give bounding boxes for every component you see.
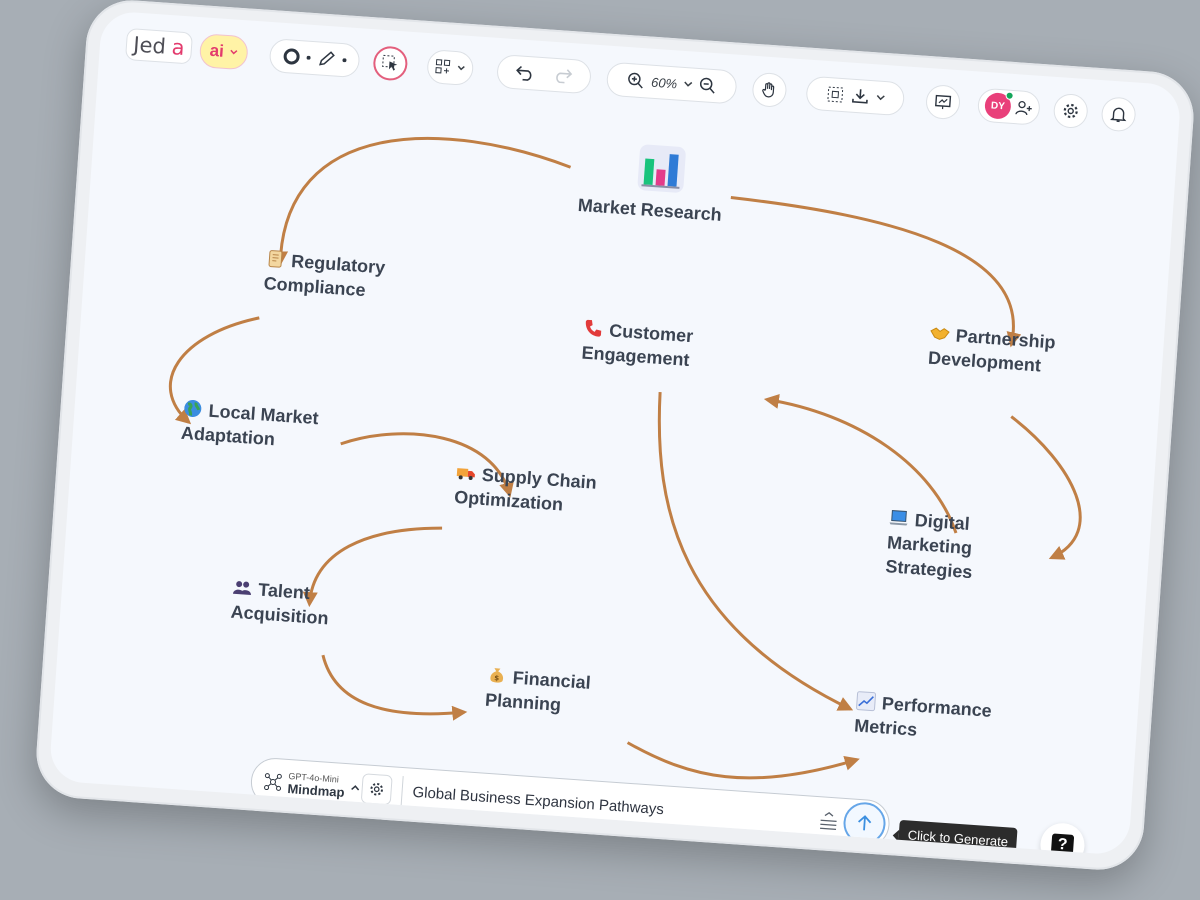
globe-icon xyxy=(182,398,203,419)
node-label-line1: Talent xyxy=(257,579,311,604)
arrow-up-icon xyxy=(856,814,873,833)
edge-partner-digital xyxy=(1010,415,1082,560)
scroll-icon xyxy=(265,248,286,269)
menu-lines-icon xyxy=(818,810,839,831)
divider xyxy=(400,776,404,807)
node-label-line1: Financial xyxy=(512,667,592,693)
node-customer-engagement[interactable]: Customer Engagement xyxy=(581,317,694,373)
gear-icon xyxy=(368,781,385,798)
node-partnership-development[interactable]: Partnership Development xyxy=(927,322,1056,379)
edge-root-partner xyxy=(730,196,1022,348)
node-label-line1: Customer xyxy=(608,320,694,347)
node-performance-metrics[interactable]: Performance Metrics xyxy=(853,689,992,746)
edge-finance-metrics xyxy=(626,741,860,780)
node-supply-chain-optimization[interactable]: Supply Chain Optimization xyxy=(453,461,598,519)
bar-chart-icon xyxy=(637,144,687,194)
chevron-up-icon xyxy=(351,784,360,791)
node-local-market-adaptation[interactable]: Local Market Adaptation xyxy=(180,397,319,454)
node-talent-acquisition[interactable]: Talent Acquisition xyxy=(230,576,331,631)
node-label-line1: Local Market xyxy=(208,400,320,429)
node-label-line1: Performance xyxy=(881,693,993,721)
mode-label: Mindmap xyxy=(287,780,346,800)
node-label-line1: Supply Chain xyxy=(481,464,598,493)
node-label-line1: Regulatory xyxy=(290,251,386,278)
node-label-line2: Planning xyxy=(484,689,562,715)
node-label-line1: Digital xyxy=(914,510,971,534)
node-label-line2: Acquisition xyxy=(230,601,330,629)
device-frame: Jed a ai 60% DY Market Research Regulato… xyxy=(33,0,1197,873)
svg-text:$: $ xyxy=(494,674,500,682)
mindmap-icon xyxy=(263,772,282,791)
edge-customer-metrics xyxy=(657,391,854,711)
node-digital-marketing-strategies[interactable]: Digital Marketing Strategies xyxy=(885,506,977,584)
phone-icon xyxy=(583,318,604,339)
node-label-line2: Metrics xyxy=(853,715,918,740)
edge-talent-finance xyxy=(321,654,468,721)
node-regulatory-compliance[interactable]: Regulatory Compliance xyxy=(263,247,386,303)
app-screen: Jed a ai 60% DY Market Research Regulato… xyxy=(48,10,1182,856)
node-label-line2: Adaptation xyxy=(180,422,276,450)
node-financial-planning[interactable]: $ Financial Planning xyxy=(484,664,592,719)
node-label-line2: Compliance xyxy=(263,273,367,301)
chart-icon xyxy=(855,690,877,712)
money-bag-icon: $ xyxy=(486,665,507,686)
node-label-line1: Partnership xyxy=(955,325,1057,353)
truck-icon xyxy=(455,462,476,483)
node-label-line3: Strategies xyxy=(884,556,974,583)
laptop-icon xyxy=(888,507,909,528)
prompt-settings-button[interactable] xyxy=(360,773,393,806)
node-label-line2: Marketing xyxy=(886,532,973,559)
expand-prompt-button[interactable] xyxy=(813,810,844,832)
handshake-icon xyxy=(929,323,950,344)
people-icon xyxy=(232,577,253,598)
